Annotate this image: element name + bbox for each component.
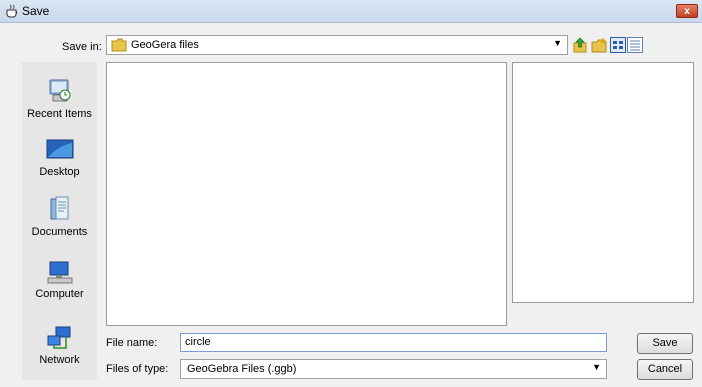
- file-name-input[interactable]: circle: [180, 333, 607, 352]
- recent-items-icon: [49, 79, 70, 102]
- title-bar: Save x: [0, 0, 702, 23]
- file-type-value: GeoGebra Files (.ggb): [187, 363, 297, 375]
- file-name-label: File name:: [106, 337, 158, 349]
- place-documents[interactable]: Documents: [22, 196, 97, 238]
- place-label: Recent Items: [27, 108, 92, 120]
- new-folder-icon[interactable]: [591, 37, 607, 53]
- chevron-down-icon: ▼: [592, 362, 601, 372]
- window-title: Save: [22, 4, 50, 18]
- place-computer[interactable]: Computer: [22, 260, 97, 300]
- details-view-icon[interactable]: [627, 37, 643, 53]
- save-dialog: Save x Save in: GeoGera files ▼ Recent I…: [0, 0, 702, 387]
- places-bar: Recent Items Desktop Documents Computer …: [22, 62, 97, 380]
- list-view-icon[interactable]: [610, 37, 626, 53]
- save-in-label: Save in:: [62, 41, 102, 53]
- save-in-dropdown[interactable]: GeoGera files ▼: [106, 35, 568, 55]
- place-label: Computer: [35, 288, 84, 300]
- place-desktop[interactable]: Desktop: [22, 138, 97, 178]
- network-icon: [47, 326, 70, 349]
- java-cup-icon: [6, 4, 18, 18]
- desktop-icon: [46, 139, 73, 159]
- file-type-dropdown[interactable]: GeoGebra Files (.ggb) ▼: [180, 359, 607, 379]
- close-button[interactable]: x: [676, 4, 698, 18]
- file-list[interactable]: [106, 62, 507, 326]
- up-folder-icon[interactable]: [572, 37, 588, 53]
- place-label: Documents: [31, 226, 88, 238]
- folder-icon: [111, 38, 127, 52]
- preview-pane: [512, 62, 694, 303]
- computer-icon: [47, 261, 72, 284]
- place-recent-items[interactable]: Recent Items: [22, 78, 97, 120]
- save-in-value: GeoGera files: [131, 39, 199, 51]
- chevron-down-icon: ▼: [553, 38, 562, 48]
- cancel-button[interactable]: Cancel: [637, 359, 693, 380]
- place-network[interactable]: Network: [22, 326, 97, 366]
- documents-icon: [50, 196, 68, 220]
- save-button[interactable]: Save: [637, 333, 693, 354]
- place-label: Network: [39, 354, 80, 366]
- place-label: Desktop: [39, 166, 80, 178]
- file-type-label: Files of type:: [106, 363, 169, 375]
